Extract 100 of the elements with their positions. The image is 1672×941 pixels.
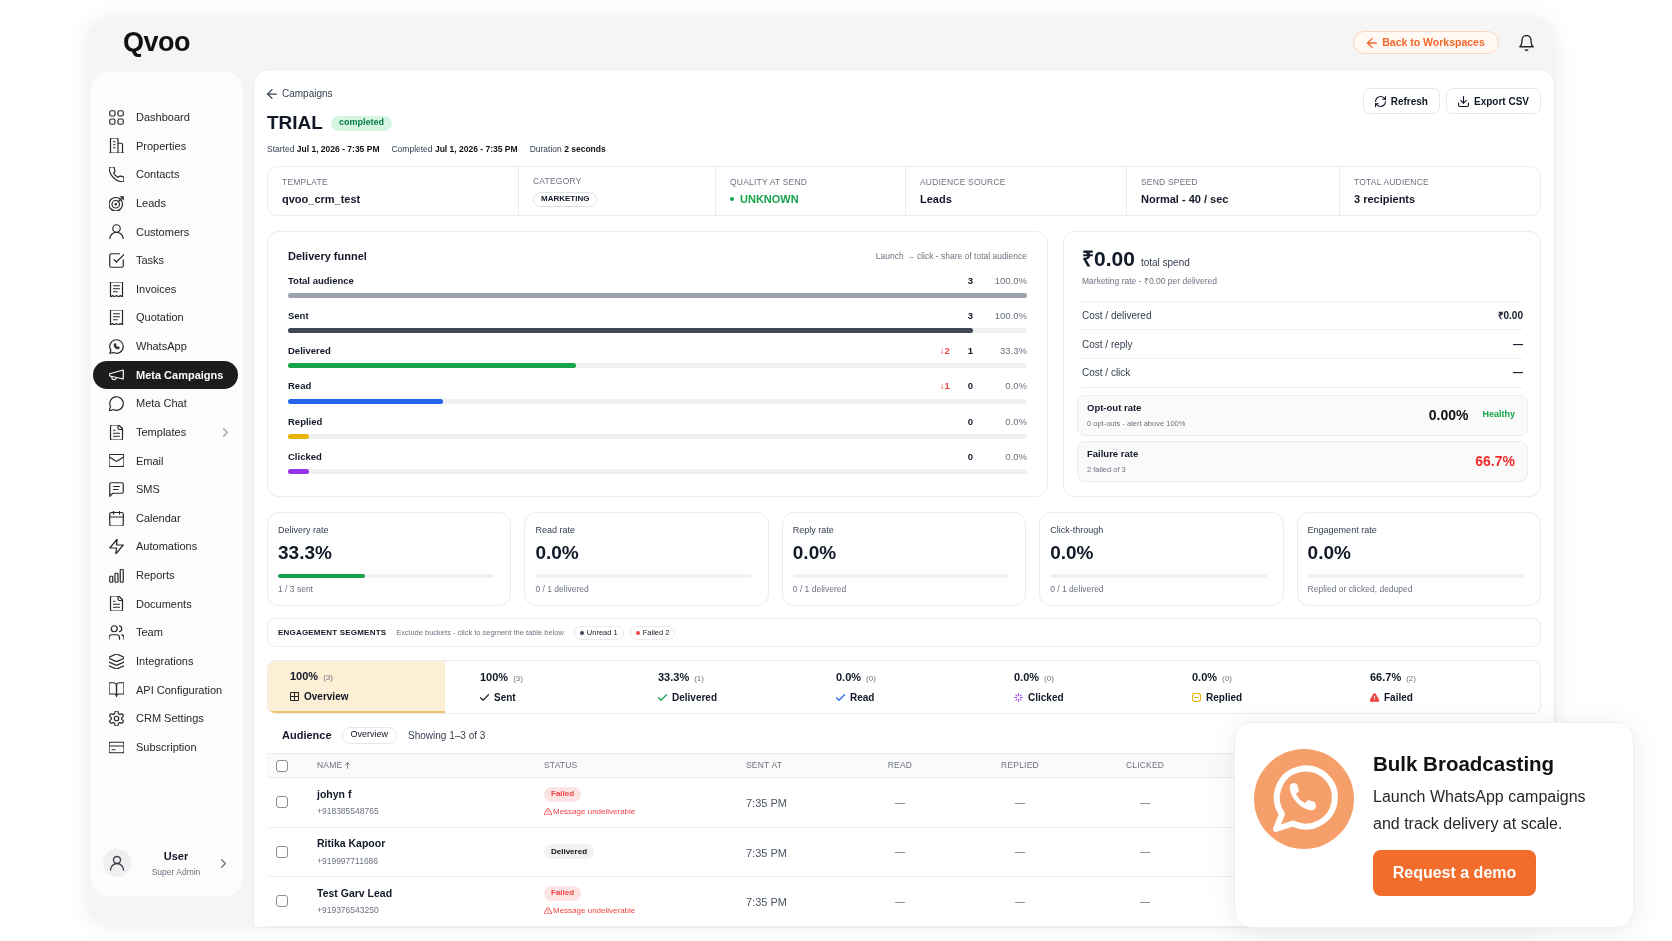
status-badge: Delivered <box>544 844 595 860</box>
document-icon <box>109 424 124 440</box>
sidebar-item[interactable]: Contacts <box>93 160 238 189</box>
contact-name: Test Garv Lead <box>317 885 393 901</box>
cost-value: — <box>1513 366 1523 381</box>
table-cell-text: — <box>1015 795 1025 810</box>
funnel-percent: 33.3% <box>999 344 1027 359</box>
sidebar-item[interactable]: Leads <box>93 188 238 218</box>
table-cell-text: — <box>1140 845 1150 860</box>
column-header[interactable]: STATUS <box>544 759 578 772</box>
sidebar-item[interactable]: Subscription <box>93 732 238 762</box>
phone-bubble-icon <box>1254 749 1354 849</box>
sidebar-item[interactable]: Meta Campaigns <box>93 360 238 390</box>
spend-amount: ₹0.00 <box>1082 246 1135 272</box>
table-cell-text: — <box>1140 894 1150 909</box>
meta-text: Completed Jul 1, 2026 - 7:35 PM <box>391 142 518 156</box>
sidebar-item[interactable]: API Configuration <box>93 675 238 705</box>
bar-chart-icon <box>109 567 124 583</box>
table-cell-text: — <box>1015 894 1025 909</box>
funnel-label: Total audience <box>288 273 354 288</box>
detail-label: TOTAL AUDIENCE <box>1354 176 1429 188</box>
rate-label: Opt-out rate <box>1087 401 1143 416</box>
card-title: Delivery funnel <box>288 248 367 264</box>
sidebar-item[interactable]: Customers <box>93 217 238 247</box>
sidebar-item[interactable]: Documents <box>93 589 238 619</box>
card-subtitle: Launch → click - share of total audience <box>875 249 1027 263</box>
funnel-count: 0 <box>967 379 973 394</box>
check-square-icon <box>109 252 124 268</box>
chevron-right-icon <box>221 858 226 868</box>
column-header[interactable]: REPLIED <box>1001 759 1039 772</box>
sidebar-item[interactable]: Reports <box>93 561 238 590</box>
sent-time: 7:35 PM <box>746 797 787 810</box>
sidebar-item[interactable]: Quotation <box>93 303 238 332</box>
filter-button[interactable]: Overview <box>341 726 398 744</box>
refresh-button[interactable]: Refresh <box>1362 88 1440 114</box>
sidebar-item[interactable]: WhatsApp <box>93 332 238 361</box>
bell-icon[interactable] <box>1519 34 1534 51</box>
building-icon <box>109 138 124 154</box>
sidebar-item[interactable]: CRM Settings <box>93 704 238 733</box>
column-header[interactable]: NAME <box>317 759 351 772</box>
column-header[interactable]: CLICKED <box>1125 759 1165 772</box>
lightning-icon <box>109 539 124 555</box>
card-icon <box>109 739 124 755</box>
cost-label: Cost / click <box>1082 366 1131 381</box>
metric-value: 0.0% <box>1307 542 1351 564</box>
sidebar-item[interactable]: SMS <box>93 475 238 504</box>
mail-icon <box>109 453 124 469</box>
sidebar-item[interactable]: Properties <box>93 131 238 161</box>
error-text: Message undeliverable <box>553 805 636 818</box>
table-title: Audience <box>282 727 332 743</box>
promo-text: Launch WhatsApp campaigns and track delivery at scale. <box>1373 787 1587 834</box>
status-badge: Failed <box>544 885 582 901</box>
column-header[interactable]: SENT AT <box>746 759 783 772</box>
checkbox[interactable] <box>276 895 288 908</box>
metric-label: Engagement rate <box>1307 524 1377 536</box>
rate-label: Failure rate <box>1087 447 1139 462</box>
sidebar-item[interactable]: Calendar <box>93 503 238 533</box>
detail-label: QUALITY AT SEND <box>730 176 808 188</box>
sidebar-item[interactable]: Dashboard <box>93 103 238 132</box>
spend-label: total spend <box>1140 256 1190 270</box>
logo: Qvoo <box>123 29 190 56</box>
metric-value: 0.0% <box>1050 542 1094 564</box>
sidebar-item[interactable]: Team <box>93 618 238 647</box>
spend-subtitle: Marketing rate - ₹0.00 per delivered <box>1082 275 1217 288</box>
sidebar-item[interactable]: Templates <box>93 417 238 447</box>
cost-value: ₹0.00 <box>1497 309 1523 324</box>
sidebar-item[interactable]: Tasks <box>93 246 238 275</box>
megaphone-icon <box>109 367 124 383</box>
checkbox[interactable] <box>276 796 288 809</box>
column-header[interactable]: READ <box>887 759 913 772</box>
sidebar-item[interactable]: Automations <box>93 532 238 561</box>
export-csv-button[interactable]: Export CSV <box>1446 88 1541 114</box>
funnel-label: Clicked <box>288 449 322 464</box>
back-link[interactable]: Campaigns <box>267 87 333 100</box>
book-icon <box>109 682 124 698</box>
sidebar-item[interactable]: Integrations <box>93 646 238 676</box>
status-badge: completed <box>330 115 392 131</box>
metric-value: 0.0% <box>535 542 579 564</box>
phone-icon <box>109 167 124 183</box>
detail-label: CATEGORY <box>533 175 582 187</box>
funnel-count: 1 <box>967 344 973 359</box>
sidebar-item[interactable]: Invoices <box>93 274 238 304</box>
contact-name: johyn f <box>317 786 352 802</box>
funnel-count: 0 <box>967 449 973 464</box>
sidebar-item[interactable]: Email <box>93 446 238 476</box>
funnel-label: Sent <box>288 309 309 324</box>
contact-name: Ritika Kapoor <box>317 836 386 851</box>
checkbox[interactable] <box>276 845 288 858</box>
metric-label: Click-through <box>1050 524 1104 536</box>
download-icon <box>1458 95 1469 107</box>
refresh-icon <box>1374 95 1386 107</box>
segment-tab[interactable]: 100% (3) Overview <box>268 661 445 713</box>
checkbox[interactable] <box>276 759 288 772</box>
detail-label: SEND SPEED <box>1141 176 1198 188</box>
cost-value: — <box>1513 337 1523 352</box>
grid-icon <box>109 109 124 125</box>
detail-value: qvoo_crm_test <box>282 192 361 206</box>
user-name: User <box>163 848 189 864</box>
sidebar-item[interactable]: Meta Chat <box>93 389 238 418</box>
contact-phone: +918385548765 <box>317 805 379 818</box>
